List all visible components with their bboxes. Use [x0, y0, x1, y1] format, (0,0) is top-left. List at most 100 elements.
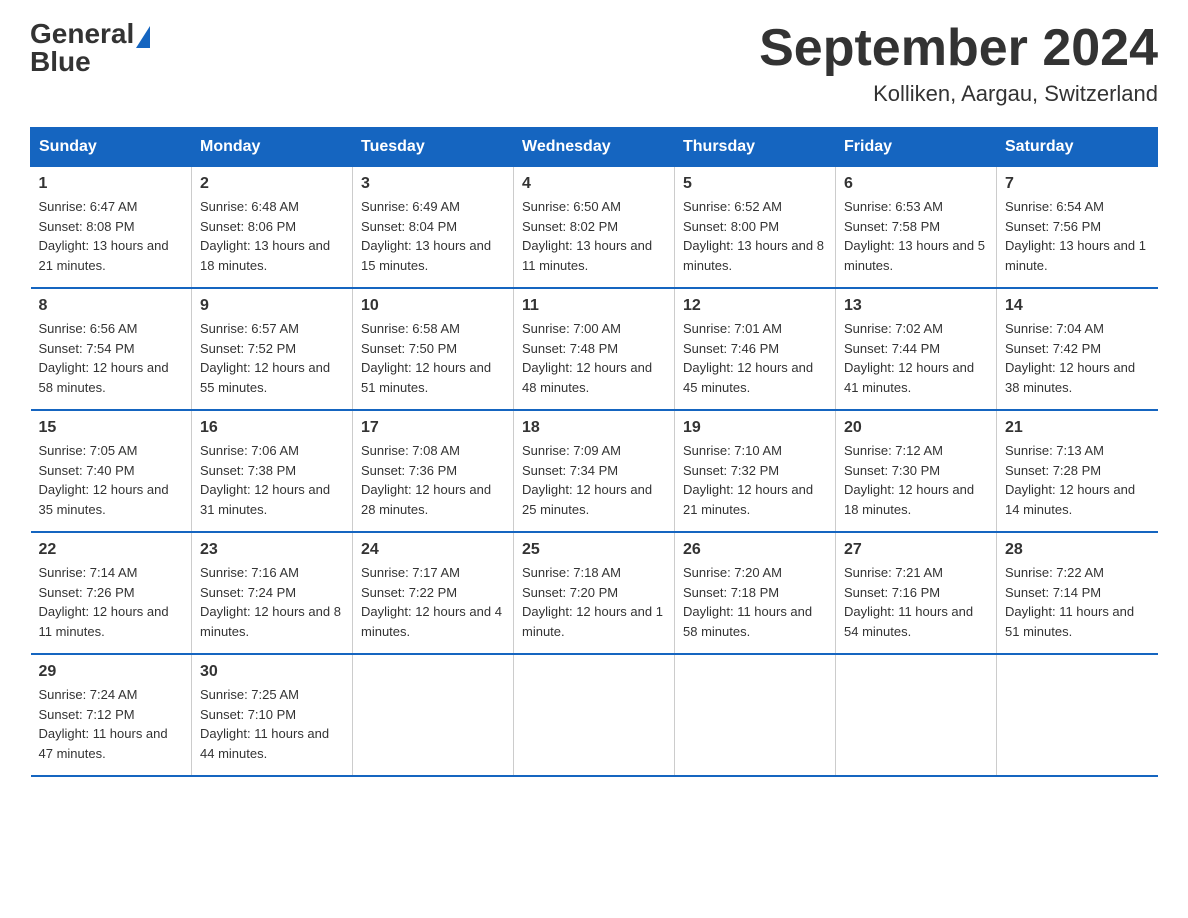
calendar-day-cell: 12 Sunrise: 7:01 AM Sunset: 7:46 PM Dayl… — [675, 288, 836, 410]
calendar-day-cell — [836, 654, 997, 776]
day-number: 9 — [200, 297, 344, 315]
calendar-day-cell — [675, 654, 836, 776]
day-info: Sunrise: 7:25 AM Sunset: 7:10 PM Dayligh… — [200, 685, 344, 763]
day-info: Sunrise: 7:12 AM Sunset: 7:30 PM Dayligh… — [844, 441, 988, 519]
calendar-day-cell: 23 Sunrise: 7:16 AM Sunset: 7:24 PM Dayl… — [192, 532, 353, 654]
calendar-subtitle: Kolliken, Aargau, Switzerland — [759, 81, 1158, 107]
header-wednesday: Wednesday — [514, 128, 675, 167]
day-number: 26 — [683, 541, 827, 559]
page-header: General Blue September 2024 Kolliken, Aa… — [30, 20, 1158, 107]
calendar-header-row: Sunday Monday Tuesday Wednesday Thursday… — [31, 128, 1158, 167]
day-number: 27 — [844, 541, 988, 559]
calendar-week-row: 22 Sunrise: 7:14 AM Sunset: 7:26 PM Dayl… — [31, 532, 1158, 654]
calendar-week-row: 1 Sunrise: 6:47 AM Sunset: 8:08 PM Dayli… — [31, 167, 1158, 289]
day-number: 24 — [361, 541, 505, 559]
day-number: 1 — [39, 175, 184, 193]
day-info: Sunrise: 7:04 AM Sunset: 7:42 PM Dayligh… — [1005, 319, 1150, 397]
header-sunday: Sunday — [31, 128, 192, 167]
calendar-week-row: 8 Sunrise: 6:56 AM Sunset: 7:54 PM Dayli… — [31, 288, 1158, 410]
calendar-day-cell: 20 Sunrise: 7:12 AM Sunset: 7:30 PM Dayl… — [836, 410, 997, 532]
calendar-day-cell: 7 Sunrise: 6:54 AM Sunset: 7:56 PM Dayli… — [997, 167, 1158, 289]
day-number: 19 — [683, 419, 827, 437]
logo-blue-text: Blue — [30, 48, 91, 76]
calendar-day-cell: 10 Sunrise: 6:58 AM Sunset: 7:50 PM Dayl… — [353, 288, 514, 410]
day-number: 5 — [683, 175, 827, 193]
day-info: Sunrise: 7:18 AM Sunset: 7:20 PM Dayligh… — [522, 563, 666, 641]
calendar-day-cell: 4 Sunrise: 6:50 AM Sunset: 8:02 PM Dayli… — [514, 167, 675, 289]
day-number: 20 — [844, 419, 988, 437]
calendar-day-cell: 27 Sunrise: 7:21 AM Sunset: 7:16 PM Dayl… — [836, 532, 997, 654]
calendar-day-cell: 3 Sunrise: 6:49 AM Sunset: 8:04 PM Dayli… — [353, 167, 514, 289]
day-info: Sunrise: 6:56 AM Sunset: 7:54 PM Dayligh… — [39, 319, 184, 397]
day-info: Sunrise: 7:17 AM Sunset: 7:22 PM Dayligh… — [361, 563, 505, 641]
calendar-day-cell: 22 Sunrise: 7:14 AM Sunset: 7:26 PM Dayl… — [31, 532, 192, 654]
day-number: 13 — [844, 297, 988, 315]
day-info: Sunrise: 6:52 AM Sunset: 8:00 PM Dayligh… — [683, 197, 827, 275]
day-info: Sunrise: 6:49 AM Sunset: 8:04 PM Dayligh… — [361, 197, 505, 275]
calendar-day-cell: 30 Sunrise: 7:25 AM Sunset: 7:10 PM Dayl… — [192, 654, 353, 776]
day-info: Sunrise: 7:24 AM Sunset: 7:12 PM Dayligh… — [39, 685, 184, 763]
day-number: 11 — [522, 297, 666, 315]
calendar-table: Sunday Monday Tuesday Wednesday Thursday… — [30, 127, 1158, 777]
calendar-day-cell: 6 Sunrise: 6:53 AM Sunset: 7:58 PM Dayli… — [836, 167, 997, 289]
calendar-day-cell: 5 Sunrise: 6:52 AM Sunset: 8:00 PM Dayli… — [675, 167, 836, 289]
day-info: Sunrise: 6:54 AM Sunset: 7:56 PM Dayligh… — [1005, 197, 1150, 275]
calendar-day-cell — [514, 654, 675, 776]
calendar-day-cell: 14 Sunrise: 7:04 AM Sunset: 7:42 PM Dayl… — [997, 288, 1158, 410]
day-number: 6 — [844, 175, 988, 193]
day-number: 30 — [200, 663, 344, 681]
header-thursday: Thursday — [675, 128, 836, 167]
day-info: Sunrise: 7:05 AM Sunset: 7:40 PM Dayligh… — [39, 441, 184, 519]
calendar-day-cell: 15 Sunrise: 7:05 AM Sunset: 7:40 PM Dayl… — [31, 410, 192, 532]
day-info: Sunrise: 7:21 AM Sunset: 7:16 PM Dayligh… — [844, 563, 988, 641]
title-section: September 2024 Kolliken, Aargau, Switzer… — [759, 20, 1158, 107]
day-info: Sunrise: 7:09 AM Sunset: 7:34 PM Dayligh… — [522, 441, 666, 519]
header-monday: Monday — [192, 128, 353, 167]
day-info: Sunrise: 7:01 AM Sunset: 7:46 PM Dayligh… — [683, 319, 827, 397]
calendar-day-cell: 25 Sunrise: 7:18 AM Sunset: 7:20 PM Dayl… — [514, 532, 675, 654]
day-number: 15 — [39, 419, 184, 437]
header-friday: Friday — [836, 128, 997, 167]
day-number: 28 — [1005, 541, 1150, 559]
logo-general-text: General — [30, 20, 134, 48]
day-number: 25 — [522, 541, 666, 559]
calendar-day-cell: 2 Sunrise: 6:48 AM Sunset: 8:06 PM Dayli… — [192, 167, 353, 289]
calendar-day-cell: 28 Sunrise: 7:22 AM Sunset: 7:14 PM Dayl… — [997, 532, 1158, 654]
day-number: 23 — [200, 541, 344, 559]
day-number: 7 — [1005, 175, 1150, 193]
day-number: 29 — [39, 663, 184, 681]
day-info: Sunrise: 6:50 AM Sunset: 8:02 PM Dayligh… — [522, 197, 666, 275]
day-number: 12 — [683, 297, 827, 315]
day-number: 21 — [1005, 419, 1150, 437]
calendar-day-cell — [353, 654, 514, 776]
calendar-title: September 2024 — [759, 20, 1158, 77]
day-info: Sunrise: 7:20 AM Sunset: 7:18 PM Dayligh… — [683, 563, 827, 641]
day-number: 17 — [361, 419, 505, 437]
day-info: Sunrise: 7:02 AM Sunset: 7:44 PM Dayligh… — [844, 319, 988, 397]
calendar-day-cell: 11 Sunrise: 7:00 AM Sunset: 7:48 PM Dayl… — [514, 288, 675, 410]
calendar-day-cell: 29 Sunrise: 7:24 AM Sunset: 7:12 PM Dayl… — [31, 654, 192, 776]
day-number: 14 — [1005, 297, 1150, 315]
day-number: 3 — [361, 175, 505, 193]
calendar-day-cell: 17 Sunrise: 7:08 AM Sunset: 7:36 PM Dayl… — [353, 410, 514, 532]
day-number: 22 — [39, 541, 184, 559]
day-number: 2 — [200, 175, 344, 193]
calendar-day-cell: 13 Sunrise: 7:02 AM Sunset: 7:44 PM Dayl… — [836, 288, 997, 410]
calendar-day-cell — [997, 654, 1158, 776]
calendar-day-cell: 1 Sunrise: 6:47 AM Sunset: 8:08 PM Dayli… — [31, 167, 192, 289]
day-info: Sunrise: 7:14 AM Sunset: 7:26 PM Dayligh… — [39, 563, 184, 641]
logo-triangle-icon — [136, 26, 150, 48]
day-info: Sunrise: 7:22 AM Sunset: 7:14 PM Dayligh… — [1005, 563, 1150, 641]
day-number: 4 — [522, 175, 666, 193]
calendar-day-cell: 9 Sunrise: 6:57 AM Sunset: 7:52 PM Dayli… — [192, 288, 353, 410]
calendar-day-cell: 19 Sunrise: 7:10 AM Sunset: 7:32 PM Dayl… — [675, 410, 836, 532]
day-info: Sunrise: 7:16 AM Sunset: 7:24 PM Dayligh… — [200, 563, 344, 641]
day-info: Sunrise: 7:13 AM Sunset: 7:28 PM Dayligh… — [1005, 441, 1150, 519]
day-number: 16 — [200, 419, 344, 437]
calendar-day-cell: 8 Sunrise: 6:56 AM Sunset: 7:54 PM Dayli… — [31, 288, 192, 410]
calendar-day-cell: 21 Sunrise: 7:13 AM Sunset: 7:28 PM Dayl… — [997, 410, 1158, 532]
day-info: Sunrise: 6:57 AM Sunset: 7:52 PM Dayligh… — [200, 319, 344, 397]
day-info: Sunrise: 7:08 AM Sunset: 7:36 PM Dayligh… — [361, 441, 505, 519]
calendar-day-cell: 16 Sunrise: 7:06 AM Sunset: 7:38 PM Dayl… — [192, 410, 353, 532]
day-info: Sunrise: 7:10 AM Sunset: 7:32 PM Dayligh… — [683, 441, 827, 519]
